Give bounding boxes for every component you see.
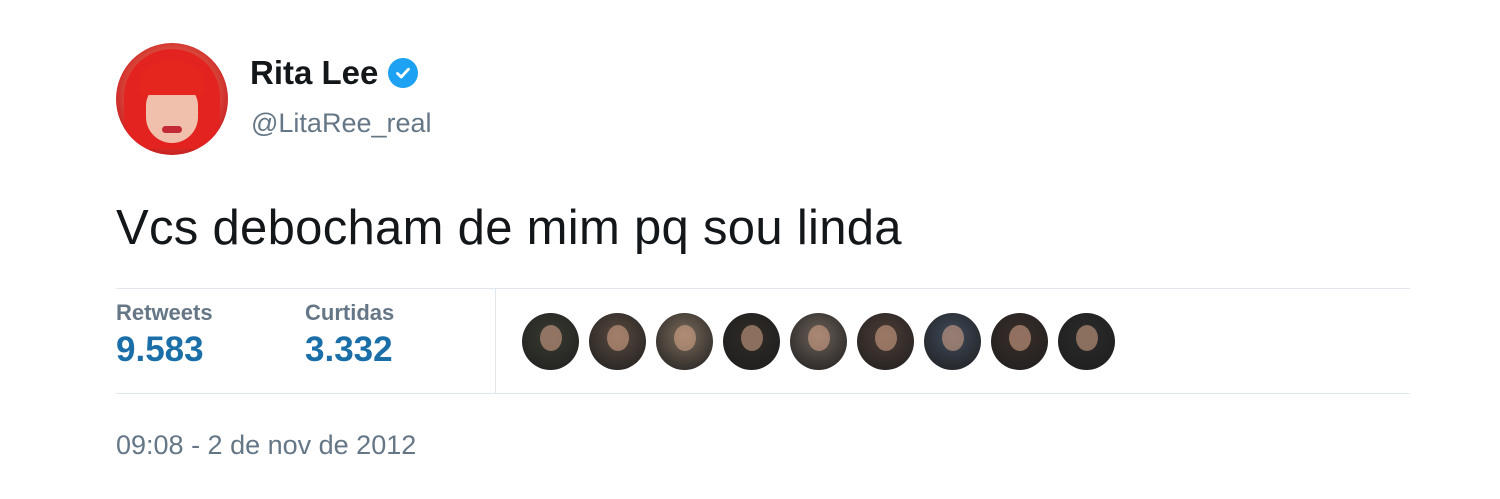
liker-avatar[interactable] (522, 313, 579, 370)
author-avatar[interactable] (116, 43, 228, 155)
retweets-stat[interactable]: Retweets 9.583 (116, 300, 213, 370)
liker-avatars (522, 313, 1115, 370)
verified-badge-icon (388, 58, 419, 88)
liker-avatar[interactable] (991, 313, 1048, 370)
author-display-name[interactable]: Rita Lee (250, 54, 378, 92)
tweet-card: Rita Lee @LitaRee_real Vcs debocham de m… (0, 0, 1500, 499)
author-name-row: Rita Lee (250, 54, 419, 92)
likes-stat[interactable]: Curtidas 3.332 (305, 300, 394, 370)
stats-divider-bottom (116, 393, 1410, 394)
liker-avatar[interactable] (924, 313, 981, 370)
author-handle[interactable]: @LitaRee_real (251, 108, 432, 139)
liker-avatar[interactable] (857, 313, 914, 370)
liker-avatar[interactable] (656, 313, 713, 370)
liker-avatar[interactable] (790, 313, 847, 370)
liker-avatar[interactable] (723, 313, 780, 370)
likes-label: Curtidas (305, 300, 395, 325)
likes-count: 3.332 (305, 330, 393, 369)
tweet-text: Vcs debocham de mim pq sou linda (116, 201, 902, 255)
liker-avatar[interactable] (1058, 313, 1115, 370)
retweets-label: Retweets (116, 300, 213, 325)
tweet-timestamp[interactable]: 09:08 - 2 de nov de 2012 (116, 430, 416, 461)
stats-divider-top (116, 288, 1410, 289)
stats-divider-vertical (495, 289, 496, 393)
liker-avatar[interactable] (589, 313, 646, 370)
retweets-count: 9.583 (116, 330, 204, 369)
